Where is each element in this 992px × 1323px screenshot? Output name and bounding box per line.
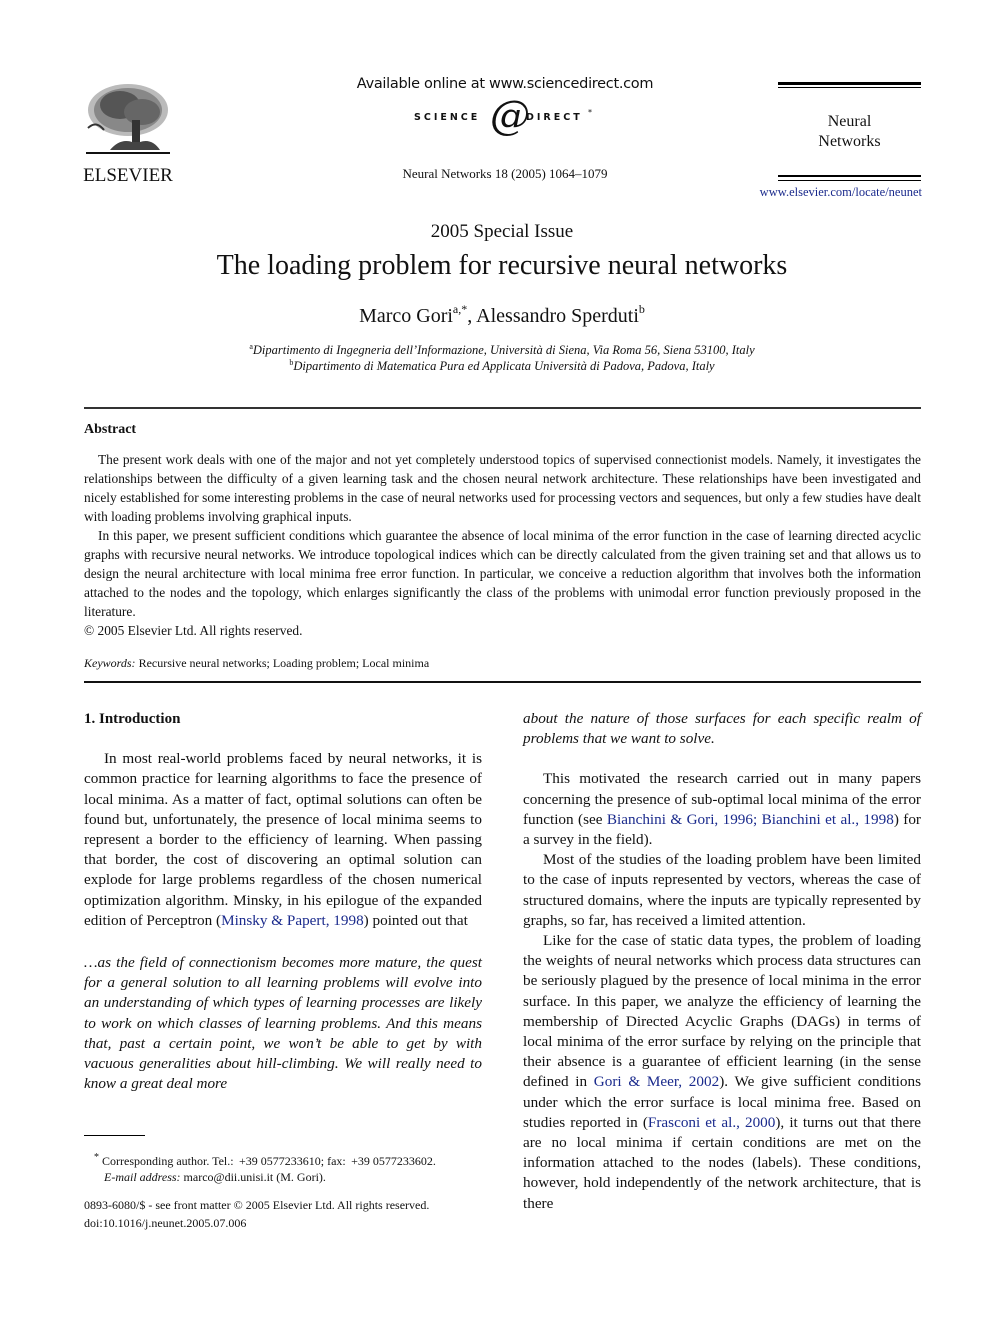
abstract-heading: Abstract <box>84 422 137 437</box>
section-heading: 1. Introduction <box>84 711 181 727</box>
journal-name-line2: Networks <box>818 133 881 150</box>
available-online-text[interactable]: Available online at www.sciencedirect.co… <box>350 76 660 92</box>
elsevier-tree-icon <box>86 84 170 154</box>
sciencedirect-mark: * <box>588 108 592 117</box>
elsevier-logo: ELSEVIER <box>80 80 176 185</box>
citation-link[interactable]: Minsky & Papert, 1998 <box>221 912 364 929</box>
sciencedirect-right-text: DIRECT <box>526 112 583 123</box>
citation-link[interactable]: Frasconi et al., 2000 <box>648 1114 775 1131</box>
sciencedirect-left-text: SCIENCE <box>414 112 481 123</box>
paragraph-text: In most real-world problems faced by neu… <box>84 750 482 929</box>
sciencedirect-logo: SCIENCE @ DIRECT * <box>412 94 597 138</box>
keywords-label: Keywords: <box>84 656 136 670</box>
header-rule <box>778 82 921 85</box>
journal-name-line1: Neural <box>827 113 872 130</box>
citation-link[interactable]: Gori & Meer, 2002 <box>594 1073 719 1090</box>
front-matter: 0893-6080/$ - see front matter © 2005 El… <box>84 1196 489 1232</box>
email-label: E-mail address: <box>104 1170 181 1184</box>
keywords: Keywords: Recursive neural networks; Loa… <box>84 656 429 671</box>
affiliation: bDipartimento di Matematica Pura ed Appl… <box>0 358 992 374</box>
body-paragraph: In most real-world problems faced by neu… <box>84 749 482 931</box>
paragraph-text: Like for the case of static data types, … <box>523 932 921 1091</box>
body-paragraph: This motivated the research carried out … <box>523 769 921 850</box>
section-divider <box>84 681 921 683</box>
affiliation-text: Dipartimento di Ingegneria dell’Informaz… <box>252 343 755 357</box>
sciencedirect-at-icon: @ <box>490 93 530 139</box>
header-rule <box>778 180 921 181</box>
affiliation-text: Dipartimento di Matematica Pura ed Appli… <box>293 359 715 373</box>
authors: Marco Goria,*, Alessandro Sperdutib <box>0 302 992 328</box>
author-affiliation-mark[interactable]: a,* <box>453 302 467 316</box>
journal-url-link[interactable]: www.elsevier.com/locate/neunet <box>740 185 922 200</box>
section-divider <box>84 407 921 409</box>
header-rule <box>778 175 921 177</box>
paragraph-text: ) pointed out that <box>363 911 468 929</box>
elsevier-wordmark: ELSEVIER <box>83 165 173 186</box>
right-column: about the nature of those surfaces for e… <box>523 709 921 1214</box>
abstract-paragraph: In this paper, we present sufficient con… <box>84 528 921 619</box>
footnote-corresponding: * Corresponding author. Tel.: +39 057723… <box>84 1150 489 1169</box>
block-quote-continued: about the nature of those surfaces for e… <box>523 710 921 748</box>
issn-line: 0893-6080/$ - see front matter © 2005 El… <box>84 1198 430 1212</box>
abstract-body: The present work deals with one of the m… <box>84 450 921 640</box>
left-column: 1. Introduction In most real-world probl… <box>84 709 482 1094</box>
body-paragraph: Most of the studies of the loading probl… <box>523 851 921 929</box>
abstract-copyright: © 2005 Elsevier Ltd. All rights reserved… <box>84 623 303 638</box>
author-separator: , <box>467 305 477 327</box>
abstract-paragraph: The present work deals with one of the m… <box>84 452 921 524</box>
author-affiliation-mark[interactable]: b <box>639 302 645 316</box>
journal-reference: Neural Networks 18 (2005) 1064–1079 <box>402 166 608 181</box>
keywords-values: Recursive neural networks; Loading probl… <box>135 656 430 670</box>
citation-link[interactable]: Bianchini & Gori, 1996; Bianchini et al.… <box>607 811 894 828</box>
footnote-divider <box>84 1135 145 1136</box>
header-rule <box>778 87 921 88</box>
author-name: Alessandro Sperduti <box>476 305 639 327</box>
footnote: * Corresponding author. Tel.: +39 057723… <box>84 1150 489 1185</box>
footnote-email: E-mail address: marco@dii.unisi.it (M. G… <box>84 1169 489 1185</box>
block-quote: …as the field of connectionism becomes m… <box>84 954 482 1093</box>
author-name: Marco Gori <box>359 305 453 327</box>
affiliation: aDipartimento di Ingegneria dell’Informa… <box>0 342 992 358</box>
special-issue-label: 2005 Special Issue <box>430 221 574 242</box>
body-paragraph: Like for the case of static data types, … <box>523 931 921 1214</box>
doi-line[interactable]: doi:10.1016/j.neunet.2005.07.006 <box>84 1214 489 1232</box>
journal-name: Neural Networks <box>778 112 921 152</box>
footnote-text: Corresponding author. Tel.: +39 05772336… <box>99 1154 436 1168</box>
paper-title: The loading problem for recursive neural… <box>216 250 788 281</box>
email-value[interactable]: marco@dii.unisi.it (M. Gori). <box>181 1170 326 1184</box>
